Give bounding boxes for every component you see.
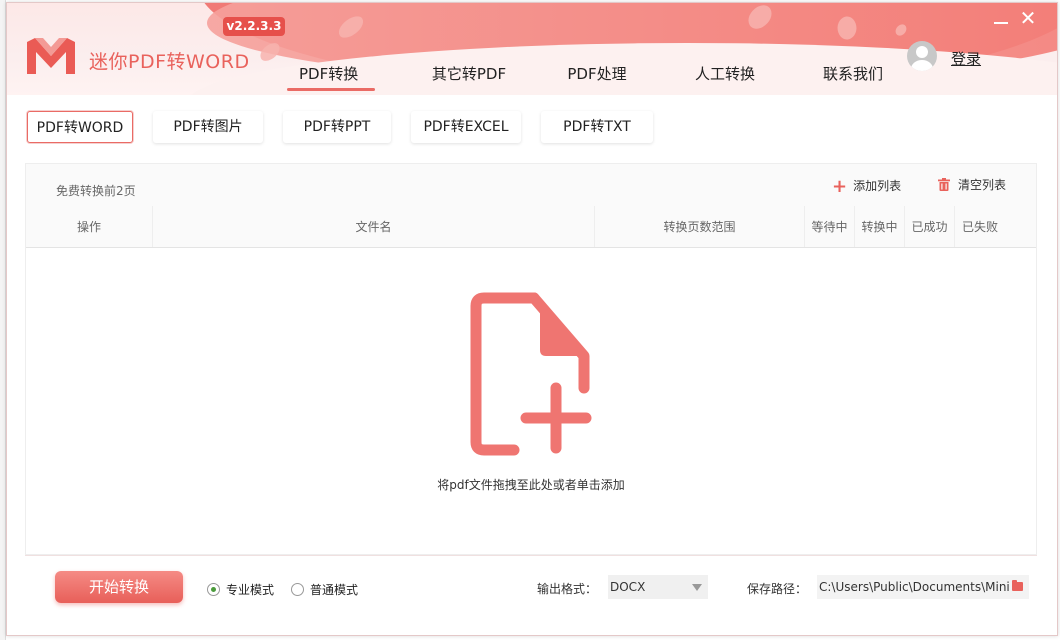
tab-other-to-pdf[interactable]: 其它转PDF [405,61,533,91]
file-list-panel: 免费转换前2页 + 添加列表 清空列表 操作 文件名 转换页数范围 等待中 转换中… [25,163,1037,555]
folder-icon[interactable] [1012,580,1023,591]
add-document-icon [470,292,592,456]
mode-pro-radio[interactable]: 专业模式 [207,581,274,598]
app-window: 迷你PDF转WORD v2.2.3.3 PDF转换 其它转PDF PDF处理 人… [6,2,1058,636]
tab-contact-us[interactable]: 联系我们 [789,61,917,91]
subtab-pdf-to-image[interactable]: PDF转图片 [153,111,263,143]
output-format-select[interactable]: DOCX [608,575,708,599]
panel-toolbar: 免费转换前2页 + 添加列表 清空列表 [26,164,1036,206]
tab-manual-convert[interactable]: 人工转换 [661,61,789,91]
clear-list-button[interactable]: 清空列表 [938,176,1006,193]
add-list-button[interactable]: + 添加列表 [832,176,901,197]
radio-checked-icon [207,583,220,596]
close-icon[interactable]: ✕ [1017,7,1039,29]
column-header: 已失败 [961,220,998,234]
version-badge: v2.2.3.3 [223,17,285,36]
tab-pdf-convert[interactable]: PDF转换 [277,61,405,91]
subtab-pdf-to-excel[interactable]: PDF转EXCEL [411,111,521,143]
subtab-pdf-to-word[interactable]: PDF转WORD [27,111,133,143]
logo-m-icon [27,38,75,74]
minimize-icon[interactable] [991,9,1011,29]
start-convert-button[interactable]: 开始转换 [55,571,183,603]
dropdown-arrow-icon [692,584,702,591]
table-header: 操作 文件名 转换页数范围 等待中 转换中 已成功 已失败 [26,206,1036,248]
column-header: 文件名 [153,206,595,247]
subtab-pdf-to-txt[interactable]: PDF转TXT [541,111,653,143]
tab-pdf-process[interactable]: PDF处理 [533,61,661,91]
column-header: 转换中 [855,206,905,247]
save-path-field[interactable]: C:\Users\Public\Documents\Mini [817,575,1029,599]
radio-unchecked-icon [291,583,304,596]
header: 迷你PDF转WORD v2.2.3.3 PDF转换 其它转PDF PDF处理 人… [7,3,1057,95]
save-path-label: 保存路径： [747,582,808,596]
plus-icon: + [832,176,848,197]
subtab-pdf-to-ppt[interactable]: PDF转PPT [283,111,391,143]
column-header: 等待中 [805,206,855,247]
free-note: 免费转换前2页 [56,184,136,198]
app-title: 迷你PDF转WORD [89,51,250,73]
file-drop-zone[interactable]: 将pdf文件拖拽至此处或者单击添加 [26,250,1036,556]
avatar-icon[interactable] [907,41,937,71]
conversion-subtabs: PDF转WORD PDF转图片 PDF转PPT PDF转EXCEL PDF转TX… [27,111,653,143]
drop-hint: 将pdf文件拖拽至此处或者单击添加 [437,478,625,492]
column-header: 转换页数范围 [595,206,805,247]
mode-normal-radio[interactable]: 普通模式 [291,581,358,598]
login-link[interactable]: 登录 [951,48,981,69]
output-format-label: 输出格式： [537,582,598,596]
column-header: 操作 [26,206,153,247]
main-nav: PDF转换 其它转PDF PDF处理 人工转换 联系我们 [277,61,917,91]
bottom-bar: 开始转换 专业模式 普通模式 输出格式： DOCX 保存路径： C:\Users… [25,555,1037,617]
trash-icon [938,178,950,191]
column-header: 已成功 [905,206,955,247]
